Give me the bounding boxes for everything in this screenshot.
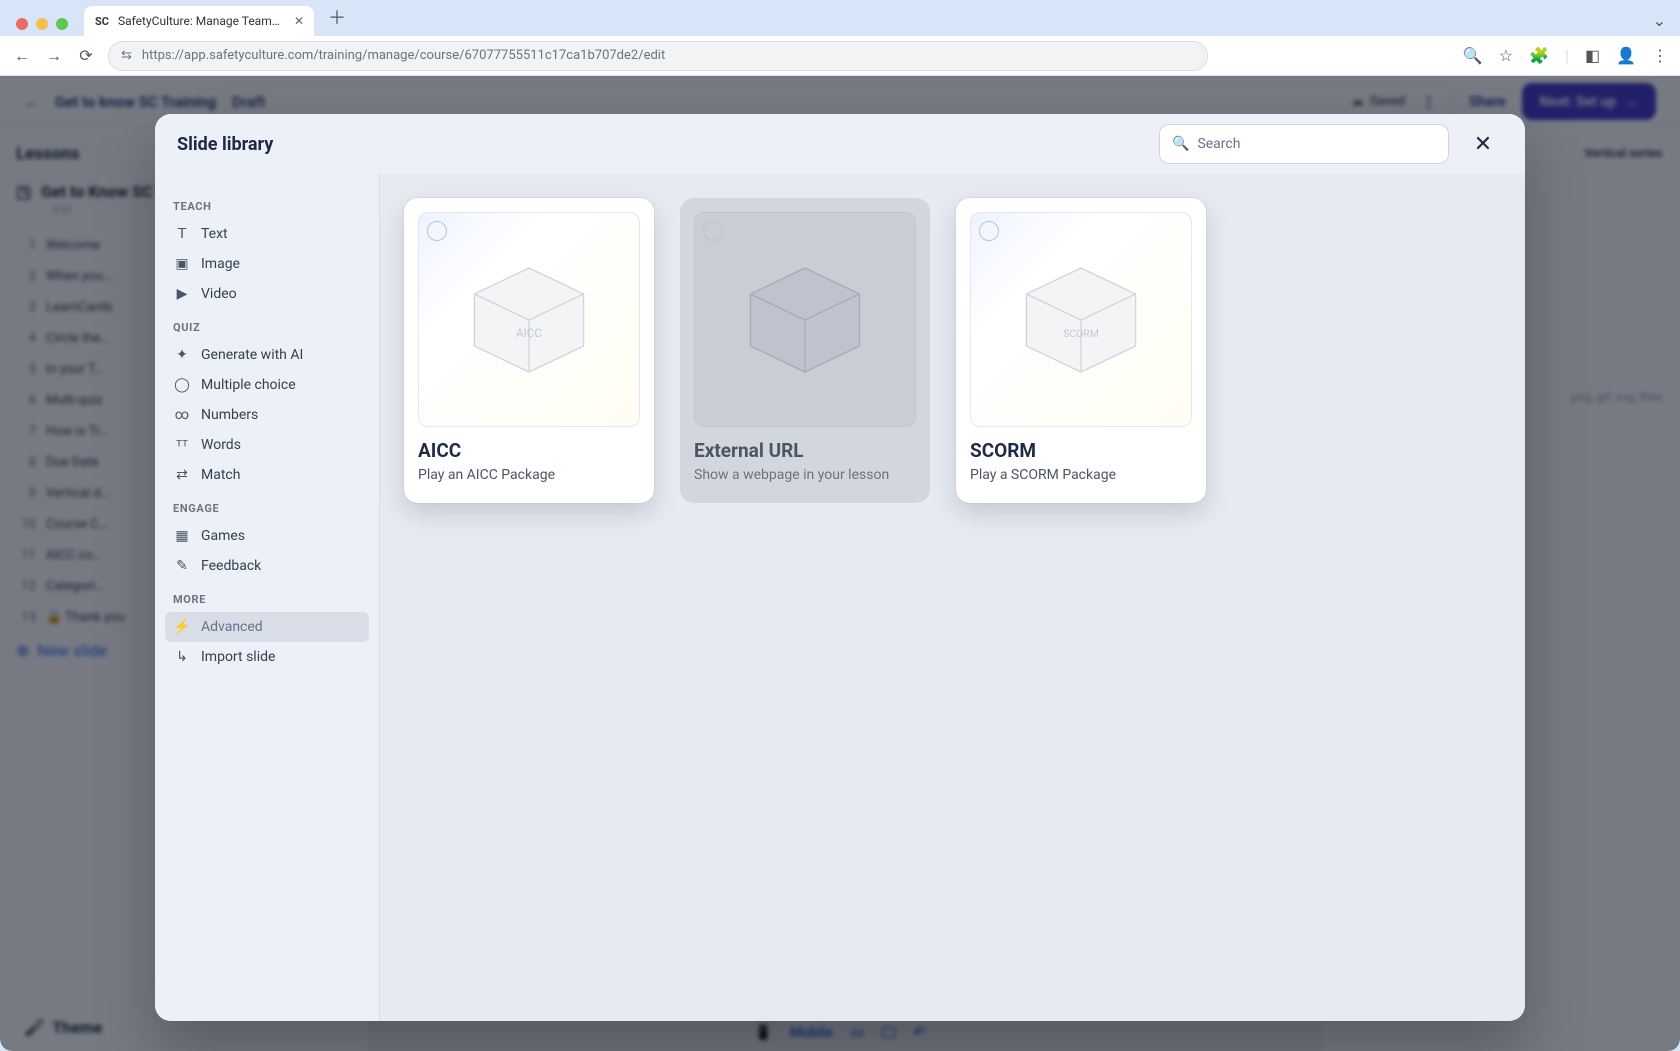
sidebar-item-label: Advanced [201,619,263,635]
games-icon: ▦ [173,527,191,545]
sidebar-item-label: Multiple choice [201,377,296,393]
close-tab-icon[interactable]: ✕ [294,14,304,28]
divider: | [1565,46,1569,65]
sidebar-item-video[interactable]: ▶ Video [165,279,369,309]
menu-icon[interactable]: ⋮ [1652,46,1668,65]
search-placeholder: Search [1197,136,1240,152]
sidebar-item-multiple-choice[interactable]: ◯ Multiple choice [165,370,369,400]
svg-text:SCORM: SCORM [1063,326,1099,339]
slide-library-modal: Slide library 🔍 Search ✕ TEACH 𝖳 Text ▣ Im… [155,114,1525,1021]
cube-icon: AICC [464,260,594,380]
sidebar-item-words[interactable]: ᵀᵀ Words [165,430,369,460]
svg-text:AICC: AICC [516,325,542,339]
words-icon: ᵀᵀ [173,436,191,454]
sidebar-item-games[interactable]: ▦ Games [165,521,369,551]
maximize-window-icon[interactable] [56,18,68,30]
sidebar-item-label: Video [201,286,237,302]
sidebar-item-numbers[interactable]: ∞ Numbers [165,400,369,430]
extensions-icon[interactable]: 🧩 [1529,46,1549,65]
category-sidebar: TEACH 𝖳 Text ▣ Image ▶ Video QUIZ ✦ Generate… [155,174,380,1021]
match-icon: ⇄ [173,466,191,484]
sidebar-item-feedback[interactable]: ✎ Feedback [165,551,369,581]
image-icon: ▣ [173,255,191,273]
close-icon: ✕ [1474,132,1492,157]
card-thumbnail [694,212,916,427]
sparkle-icon: ✦ [173,346,191,364]
sidebar-item-label: Generate with AI [201,347,303,363]
card-title: SCORM [970,439,1192,462]
card-thumbnail: AICC [418,212,640,427]
minimize-window-icon[interactable] [36,18,48,30]
bookmark-icon[interactable]: ☆ [1499,46,1513,65]
sidebar-item-generate-ai[interactable]: ✦ Generate with AI [165,340,369,370]
bolt-icon: ⚡ [173,618,191,636]
sidebar-item-label: Import slide [201,649,275,665]
section-engage: ENGAGE [173,502,361,515]
card-external-url[interactable]: External URL Show a webpage in your less… [680,198,930,503]
url-text: https://app.safetyculture.com/training/m… [142,48,1195,63]
sidebar-item-label: Image [201,256,240,272]
search-icon: 🔍 [1172,136,1189,152]
tabs-dropdown-icon[interactable]: ⌄ [1653,11,1672,36]
video-icon: ▶ [173,285,191,303]
sidebar-item-image[interactable]: ▣ Image [165,249,369,279]
sidebar-item-import[interactable]: ↳ Import slide [165,642,369,672]
card-scorm[interactable]: SCORM SCORM Play a SCORM Package [956,198,1206,503]
hash-icon: ∞ [173,406,191,424]
favicon: SC [94,13,110,29]
section-quiz: QUIZ [173,321,361,334]
profile-icon[interactable]: 👤 [1616,46,1636,65]
modal-title: Slide library [177,134,1145,155]
card-desc: Play an AICC Package [418,466,640,485]
card-aicc[interactable]: AICC AICC Play an AICC Package [404,198,654,503]
card-desc: Play a SCORM Package [970,466,1192,485]
card-title: AICC [418,439,640,462]
sidebar-item-label: Numbers [201,407,258,423]
card-title: External URL [694,439,916,462]
close-modal-button[interactable]: ✕ [1463,124,1503,164]
select-circle-icon [703,221,723,241]
back-icon[interactable]: ← [12,46,32,66]
select-circle-icon [427,221,447,241]
card-desc: Show a webpage in your lesson [694,466,916,485]
forward-icon[interactable]: → [44,46,64,66]
site-info-icon[interactable]: ⇆ [121,48,132,63]
sidebar-item-label: Words [201,437,241,453]
sidebar-item-label: Games [201,528,245,544]
window-controls [8,18,76,36]
browser-tab[interactable]: SC SafetyCulture: Manage Teams and… ✕ [84,6,314,36]
feedback-icon: ✎ [173,557,191,575]
sidebar-item-label: Feedback [201,558,261,574]
cube-icon: SCORM [1016,260,1146,380]
new-tab-button[interactable]: ＋ [322,4,352,36]
check-circle-icon: ◯ [173,376,191,394]
sidebar-item-advanced[interactable]: ⚡ Advanced [165,612,369,642]
cube-icon [740,260,870,380]
app-frame: ← Get to know SC Training Draft ☁︎ Saved… [0,76,1680,1051]
import-icon: ↳ [173,648,191,666]
card-grid: AICC AICC Play an AICC Package [380,174,1525,1021]
tab-title: SafetyCulture: Manage Teams and… [118,14,286,28]
side-panel-icon[interactable]: ◧ [1585,46,1600,65]
card-thumbnail: SCORM [970,212,1192,427]
sidebar-item-text[interactable]: 𝖳 Text [165,219,369,249]
section-more: MORE [173,593,361,606]
sidebar-item-match[interactable]: ⇄ Match [165,460,369,490]
reload-icon[interactable]: ⟳ [76,46,96,66]
tab-strip: SC SafetyCulture: Manage Teams and… ✕ ＋ … [0,0,1680,36]
sidebar-item-label: Match [201,467,240,483]
section-teach: TEACH [173,200,361,213]
close-window-icon[interactable] [16,18,28,30]
text-icon: 𝖳 [173,225,191,243]
address-bar[interactable]: ⇆ https://app.safetyculture.com/training… [108,41,1208,71]
zoom-icon[interactable]: 🔍 [1463,46,1483,65]
select-circle-icon [979,221,999,241]
sidebar-item-label: Text [201,226,228,242]
search-input[interactable]: 🔍 Search [1159,124,1449,164]
browser-toolbar: ← → ⟳ ⇆ https://app.safetyculture.com/tr… [0,36,1680,76]
